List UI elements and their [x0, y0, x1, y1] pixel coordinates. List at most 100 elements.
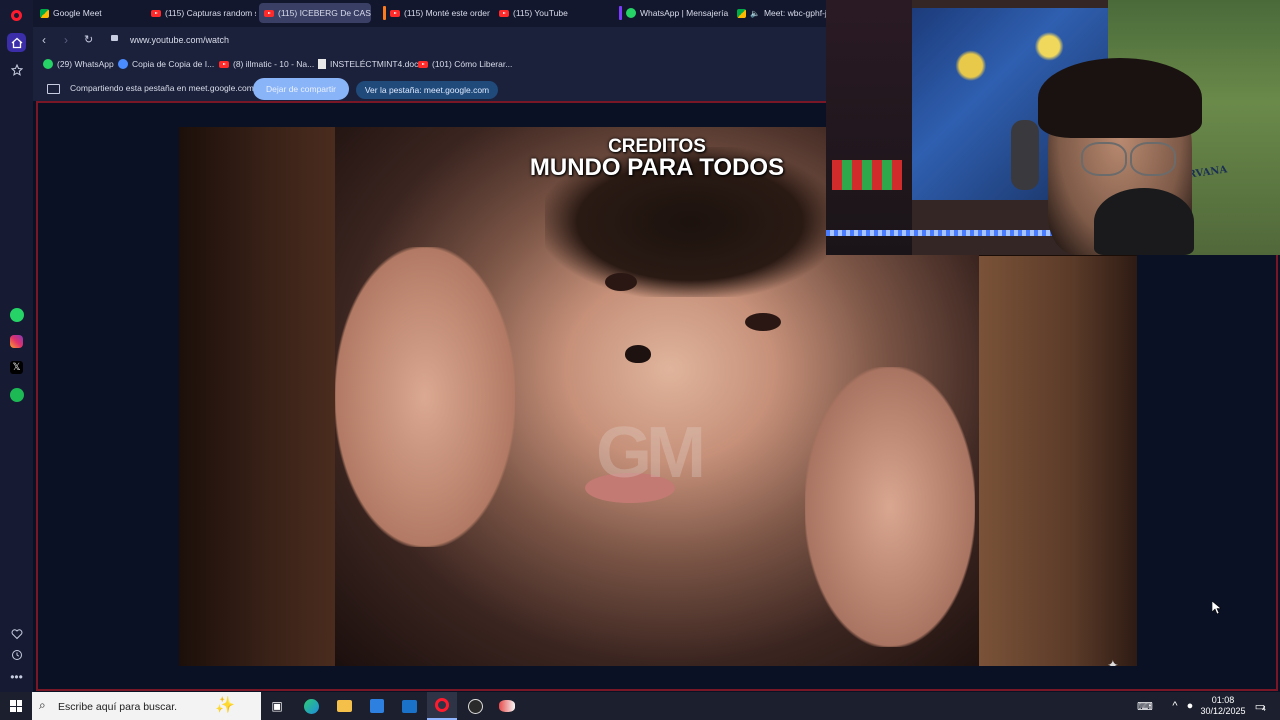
video-watermark: GM [596, 413, 706, 493]
back-icon[interactable]: ‹ [42, 33, 46, 47]
search-highlight-icon: ✨ [215, 697, 235, 714]
history-icon[interactable] [7, 645, 26, 664]
search-placeholder: Escribe aquí para buscar. [58, 701, 178, 713]
mail-icon[interactable] [400, 697, 418, 715]
bookmark-label: Copia de Copia de I... [132, 59, 215, 69]
eye-left [605, 273, 637, 291]
bookmarks-bar: (29) WhatsApp Copia de Copia de I... (8)… [33, 53, 826, 77]
windows-taskbar: ⌕ Escribe aquí para buscar. ✨ ▣ ⌨ ^ ● 01… [0, 692, 1280, 720]
star-icon[interactable] [7, 60, 26, 79]
person-hair [1038, 58, 1202, 138]
eye-right [745, 313, 781, 331]
hand-left [335, 247, 515, 547]
whatsapp-sidebar-icon[interactable] [7, 305, 26, 324]
instagram-sidebar-icon[interactable] [7, 332, 26, 351]
doc-icon [118, 59, 128, 69]
windows-start-icon[interactable] [7, 697, 25, 715]
screen-share-icon [47, 84, 60, 94]
bookmark-label: INSTELÉCTMINT4.doc [330, 59, 419, 69]
view-tab-button[interactable]: Ver la pestaña: meet.google.com [356, 81, 498, 99]
heart-icon[interactable] [7, 624, 26, 643]
file-icon [318, 59, 326, 69]
taskbar-search-box[interactable]: ⌕ Escribe aquí para buscar. ✨ [32, 692, 261, 720]
tab-strip: Google Meet (115) Capturas random sin (1… [33, 0, 826, 27]
video-corner-logo-icon: ✦ [1107, 657, 1119, 666]
shelf-items [832, 160, 902, 190]
video-caption-line2: MUNDO PARA TODOS [529, 154, 785, 181]
obs-icon[interactable] [466, 697, 484, 715]
bookmark-doc[interactable]: INSTELÉCTMINT4.doc [318, 59, 418, 69]
led-strip [826, 230, 1056, 236]
microphone-icon [1094, 188, 1194, 255]
notification-count: 4 [1262, 706, 1266, 713]
opera-taskbar-icon[interactable] [427, 692, 457, 720]
tab-sharing-bar: Compartiendo esta pestaña en meet.google… [33, 77, 826, 101]
glasses-left [1081, 142, 1127, 176]
heart-sticker [625, 345, 651, 363]
webcam-overlay: NIRVANA [826, 0, 1280, 255]
more-icon[interactable]: ••• [7, 667, 26, 686]
glasses-right [1130, 142, 1176, 176]
youtube-icon [390, 9, 400, 17]
bookmark-copia[interactable]: Copia de Copia de I... [118, 59, 214, 69]
tab-whatsapp[interactable]: WhatsApp | Mensajería y [614, 3, 730, 23]
bookmark-label: (8) illmatic - 10 - Na... [233, 59, 315, 69]
meet-icon [40, 8, 49, 18]
file-explorer-icon[interactable] [335, 697, 353, 715]
headphone-left-icon [1011, 120, 1039, 190]
youtube-icon [264, 9, 274, 17]
task-view-icon[interactable]: ▣ [268, 697, 286, 715]
tab-google-meet[interactable]: Google Meet [35, 3, 143, 23]
tab-group-marker [619, 6, 622, 20]
paint-icon[interactable] [498, 697, 516, 715]
stop-sharing-button[interactable]: Dejar de compartir [253, 78, 349, 100]
youtube-icon [418, 60, 428, 68]
spotify-sidebar-icon[interactable] [7, 385, 26, 404]
url-text[interactable]: www.youtube.com/watch [130, 35, 229, 45]
meet-icon [737, 8, 746, 18]
edge-icon[interactable] [302, 697, 320, 715]
whatsapp-icon [626, 8, 636, 18]
tab-label: (115) Capturas random sin [165, 8, 256, 18]
opera-logo-icon[interactable] [7, 6, 26, 25]
tab-monte[interactable]: (115) Monté este ordenad [378, 3, 490, 23]
clock-time: 01:08 [1211, 695, 1235, 705]
tab-meet-call[interactable]: 🔈 Meet: wbc-gphf-j [732, 3, 826, 23]
youtube-icon [219, 60, 229, 68]
tab-label: (115) ICEBERG De CASOS [278, 8, 371, 18]
bookmark-liberar[interactable]: (101) Cómo Liberar... [418, 59, 512, 69]
tab-label: Meet: wbc-gphf-j [763, 8, 826, 18]
youtube-icon [151, 9, 161, 17]
tab-label: Google Meet [53, 8, 102, 18]
keyboard-icon[interactable]: ⌨ [1136, 697, 1154, 715]
video-blur-left [179, 127, 335, 666]
sharing-message: Compartiendo esta pestaña en meet.google… [70, 83, 254, 93]
speaker-icon: 🔈 [750, 8, 760, 18]
home-icon[interactable] [7, 33, 26, 52]
opera-sidebar: 𝕏 ••• [0, 0, 33, 692]
clock-date: 30/12/2025 [1200, 706, 1246, 716]
mouse-cursor-icon [1211, 600, 1222, 620]
tab-group-marker [383, 6, 386, 20]
tab-label: (115) Monté este ordenad [404, 8, 490, 18]
reload-icon[interactable]: ↻ [84, 33, 93, 46]
bookmark-label: (101) Cómo Liberar... [432, 59, 513, 69]
store-icon[interactable] [368, 697, 386, 715]
taskbar-clock[interactable]: 01:08 30/12/2025 [1196, 695, 1250, 717]
bookmark-label: (29) WhatsApp [57, 59, 114, 69]
hand-right [805, 367, 975, 647]
tab-label: (115) YouTube [513, 8, 568, 18]
x-sidebar-icon[interactable]: 𝕏 [7, 358, 26, 377]
lock-icon [111, 35, 118, 41]
bookmark-illmatic[interactable]: (8) illmatic - 10 - Na... [219, 59, 314, 69]
youtube-icon [499, 9, 509, 17]
video-blur-right [979, 256, 1137, 666]
whatsapp-icon [43, 59, 53, 69]
tab-capturas[interactable]: (115) Capturas random sin [146, 3, 256, 23]
forward-icon[interactable]: › [64, 33, 68, 47]
notifications-icon[interactable]: ▭ [1251, 697, 1269, 715]
tab-youtube[interactable]: (115) YouTube [494, 3, 610, 23]
tab-iceberg[interactable]: (115) ICEBERG De CASOS [259, 3, 371, 23]
bookmark-whatsapp[interactable]: (29) WhatsApp [43, 59, 114, 69]
address-bar: ‹ › ↻ www.youtube.com/watch [33, 27, 826, 53]
